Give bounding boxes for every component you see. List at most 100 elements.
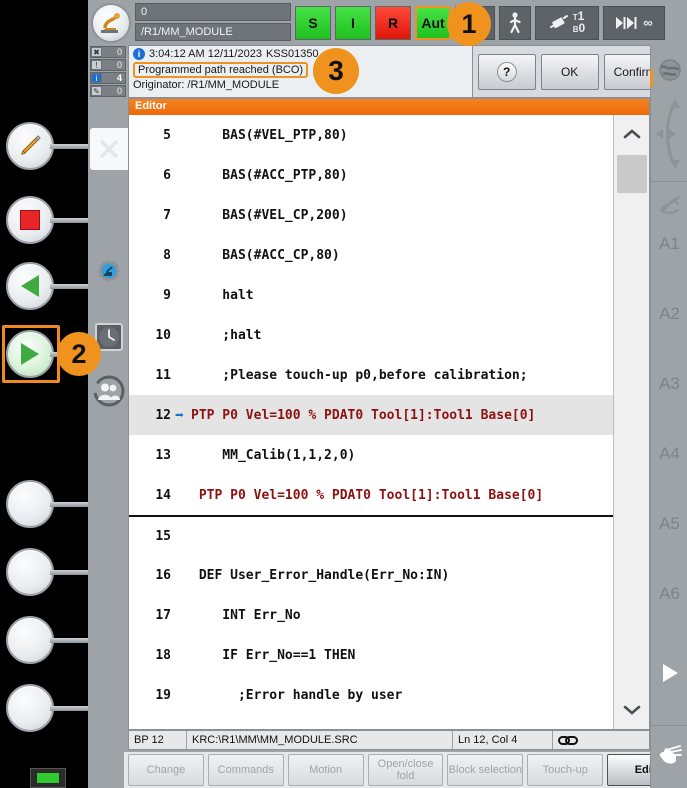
- left-icon-rail: [88, 98, 128, 730]
- edit-pencil-key[interactable]: [6, 122, 54, 170]
- base-value: 0: [578, 20, 586, 35]
- start-forward-key[interactable]: [6, 330, 54, 378]
- code-listing[interactable]: 5 BAS(#VEL_PTP,80) 6 BAS(#ACC_PTP,80) 7 BA…: [129, 115, 649, 729]
- note-count: 0: [116, 86, 122, 96]
- status-bar-header: 0 /R1/MM_MODULE S I R Aut 100 10: [88, 0, 687, 45]
- code-line[interactable]: 8 BAS(#ACC_CP,80): [129, 235, 649, 275]
- hardkey-connector: [50, 144, 90, 149]
- hardkey-connector: [50, 284, 90, 289]
- robot-interpreter-status[interactable]: R: [375, 5, 411, 40]
- code-line-number: 20: [129, 728, 175, 730]
- axis-label-a2[interactable]: A2: [651, 297, 687, 331]
- code-line[interactable]: 9 halt: [129, 275, 649, 315]
- code-line-number: 12: [155, 407, 171, 423]
- scrollbar-thumb[interactable]: [617, 155, 647, 193]
- softkey-hard-4[interactable]: [6, 684, 54, 732]
- stop-key[interactable]: [6, 196, 54, 244]
- program-run-mode[interactable]: ∞: [603, 5, 665, 40]
- tool-coordinate-button[interactable]: [651, 187, 687, 227]
- jog-mode-button[interactable]: [499, 5, 531, 40]
- code-line[interactable]: 12 ➡ PTP P0 Vel=100 % PDAT0 Tool[1]:Tool1 …: [129, 395, 649, 435]
- code-line[interactable]: 11 ;Please touch-up p0,before calibratio…: [129, 355, 649, 395]
- axis-label-a1[interactable]: A1: [651, 227, 687, 261]
- play-button[interactable]: [651, 653, 687, 693]
- close-editor-button[interactable]: [90, 128, 128, 170]
- program-editor: Editor 5 BAS(#VEL_PTP,80) 6 BAS(#ACC_PTP,…: [128, 98, 650, 730]
- code-line[interactable]: 17 INT Err_No: [129, 595, 649, 635]
- drives-status[interactable]: I: [335, 5, 371, 40]
- softkey-change[interactable]: Change: [128, 754, 204, 786]
- code-line-number: 14: [155, 487, 171, 503]
- world-coordinate-button[interactable]: [651, 50, 687, 90]
- ok-button[interactable]: OK: [540, 53, 599, 90]
- code-line-text: ;halt: [191, 327, 262, 343]
- world-coordinate-icon: [658, 59, 681, 81]
- info-counter[interactable]: i 4: [90, 72, 126, 84]
- warning-counter[interactable]: ! 0: [90, 59, 126, 71]
- code-line-text: BAS(#ACC_PTP,80): [191, 167, 348, 183]
- note-counter[interactable]: ✎ 0: [90, 85, 126, 97]
- code-line[interactable]: 10 ;halt: [129, 315, 649, 355]
- code-line[interactable]: 20 HALT: [129, 715, 649, 730]
- program-path-field[interactable]: /R1/MM_MODULE: [135, 22, 291, 41]
- code-line-number: 11: [155, 367, 171, 383]
- message-counters: ✖ 0 ! 0 i 4 ✎ 0: [88, 45, 128, 98]
- softkey-block-selection[interactable]: Block selection: [447, 754, 524, 786]
- softkey-open-close-fold[interactable]: Open/close fold: [367, 754, 444, 786]
- start-backward-key[interactable]: [6, 262, 54, 310]
- breakpoint-indicator: BP 12: [129, 731, 187, 749]
- scroll-up-button[interactable]: [614, 115, 650, 153]
- code-line-text: INT Err_No: [191, 607, 301, 623]
- softkey-bar: Change Commands Motion Open/close fold Block…: [124, 752, 687, 788]
- submit-interpreter-status[interactable]: S: [295, 5, 331, 40]
- softkey-hard-1[interactable]: [6, 480, 54, 528]
- code-line[interactable]: 7 BAS(#VEL_CP,200): [129, 195, 649, 235]
- rail-divider: [651, 725, 687, 726]
- error-counter[interactable]: ✖ 0: [90, 46, 126, 58]
- code-line-number: 10: [155, 327, 171, 343]
- robot-settings-button[interactable]: [92, 256, 126, 290]
- hardkey-connector: [50, 706, 90, 711]
- code-line[interactable]: 15: [129, 515, 649, 555]
- softkey-motion[interactable]: Motion: [287, 754, 364, 786]
- softkey-hard-3[interactable]: [6, 616, 54, 664]
- softkey-hard-2[interactable]: [6, 548, 54, 596]
- jog-direction-button[interactable]: [651, 93, 687, 175]
- message-body[interactable]: i 3:04:12 AM 12/11/2023 KSS01350 Program…: [128, 45, 473, 98]
- file-path-label: KRC:\R1\MM\MM_MODULE.SRC: [187, 731, 453, 749]
- enabling-switch-indicator: [30, 768, 66, 788]
- code-line[interactable]: 5 BAS(#VEL_PTP,80): [129, 115, 649, 155]
- code-line[interactable]: 18 IF Err_No==1 THEN: [129, 635, 649, 675]
- axis-label-a4[interactable]: A4: [651, 437, 687, 471]
- softkey-commands[interactable]: Commands: [207, 754, 284, 786]
- editor-scrollbar[interactable]: [613, 115, 649, 729]
- code-line-text: BAS(#VEL_PTP,80): [191, 127, 348, 143]
- axis-label-a6[interactable]: A6: [651, 577, 687, 611]
- main-menu-button[interactable]: [91, 2, 131, 43]
- program-fields: 0 /R1/MM_MODULE: [135, 2, 291, 43]
- robot-tool-icon: [549, 14, 568, 28]
- code-line[interactable]: 19 ;Error handle by user: [129, 675, 649, 715]
- operating-mode-auto[interactable]: Aut: [415, 5, 451, 40]
- chevron-up-icon: [623, 129, 641, 139]
- scroll-down-button[interactable]: [614, 691, 650, 729]
- hand-gripper-icon: [659, 745, 682, 764]
- code-line[interactable]: 6 BAS(#ACC_PTP,80): [129, 155, 649, 195]
- user-group-button[interactable]: [92, 374, 126, 408]
- softkey-touch-up[interactable]: Touch-up: [527, 754, 604, 786]
- code-line[interactable]: 13 MM_Calib(1,1,2,0): [129, 435, 649, 475]
- right-icon-rail: A1 A2 A3 A4 A5 A6: [650, 45, 687, 788]
- message-header-line: i 3:04:12 AM 12/11/2023 KSS01350: [133, 48, 468, 60]
- axis-label-a3[interactable]: A3: [651, 367, 687, 401]
- code-line[interactable]: 14 PTP P0 Vel=100 % PDAT0 Tool[1]:Tool1 …: [129, 475, 649, 515]
- code-line-number: 8: [163, 247, 171, 263]
- axis-label-a5[interactable]: A5: [651, 507, 687, 541]
- code-line[interactable]: 16 DEF User_Error_Handle(Err_No:IN): [129, 555, 649, 595]
- code-line-text: BAS(#ACC_CP,80): [191, 247, 340, 263]
- message-panel: ✖ 0 ! 0 i 4 ✎ 0 i 3:04:12 AM 12/11/2023 …: [88, 45, 687, 98]
- tool-base-selection[interactable]: T1 B0: [535, 5, 599, 40]
- gripper-button[interactable]: [651, 735, 687, 775]
- submit-field[interactable]: 0: [135, 2, 291, 21]
- stop-square-icon: [20, 210, 40, 230]
- help-button[interactable]: ?: [477, 53, 536, 90]
